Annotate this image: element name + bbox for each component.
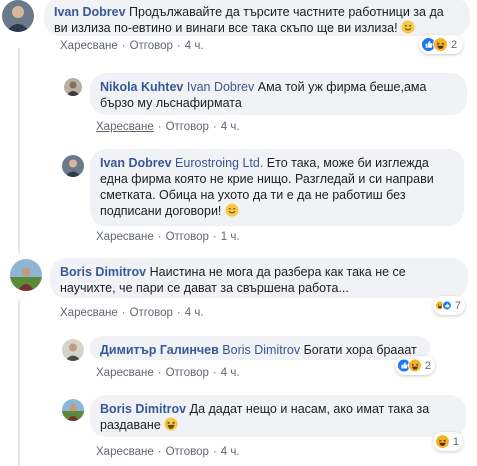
like-button[interactable]: Харесване xyxy=(96,231,154,243)
like-button[interactable]: Харесване xyxy=(60,40,118,52)
comment-author[interactable]: Ivan Dobrev xyxy=(100,156,172,170)
like-button[interactable]: Харесване xyxy=(96,446,154,458)
like-reaction-icon xyxy=(441,298,452,313)
comment-author[interactable]: Boris Dimitrov xyxy=(100,402,186,416)
comment-time[interactable]: 4 ч. xyxy=(185,40,204,52)
reaction-count: 2 xyxy=(424,359,431,372)
avatar[interactable] xyxy=(62,339,84,361)
comment-actions: Харесване · Отговор · 4 ч. xyxy=(96,367,240,379)
haha-reaction-icon xyxy=(407,358,422,373)
haha-reaction-icon xyxy=(435,434,450,449)
comment-mention[interactable]: Boris Dimitrov xyxy=(222,343,300,357)
reply-thread-line xyxy=(18,48,20,253)
reaction-summary[interactable]: 1 xyxy=(433,432,463,451)
avatar[interactable] xyxy=(2,0,34,32)
like-button[interactable]: Харесване xyxy=(96,367,154,379)
comment-author[interactable]: Nikola Kuhtev xyxy=(100,80,183,94)
smiling-face-icon xyxy=(401,20,415,34)
comment-author[interactable]: Boris Dimitrov xyxy=(60,265,146,279)
comment-author[interactable]: Ivan Dobrev xyxy=(54,5,126,19)
like-button[interactable]: Харесване xyxy=(96,121,154,133)
comment-time[interactable]: 4 ч. xyxy=(221,121,240,133)
like-button[interactable]: Харесване xyxy=(60,307,118,319)
reply-button[interactable]: Отговор xyxy=(166,446,209,458)
haha-reaction-icon xyxy=(433,37,448,52)
comment-actions: Харесване · Отговор · 4 ч. xyxy=(96,446,240,458)
reply-button[interactable]: Отговор xyxy=(130,40,173,52)
reaction-summary[interactable]: 2 xyxy=(395,356,435,375)
comment-time[interactable]: 4 ч. xyxy=(185,307,204,319)
reply-thread-line xyxy=(18,300,20,466)
avatar[interactable] xyxy=(10,259,42,291)
comment-bubble: Димитър Галинчев Boris Dimitrov Богати х… xyxy=(90,336,430,360)
comment-time[interactable]: 4 ч. xyxy=(221,367,240,379)
reply-button[interactable]: Отговор xyxy=(166,231,209,243)
avatar[interactable] xyxy=(64,78,82,96)
comment-time[interactable]: 1 ч. xyxy=(221,231,240,243)
comment-bubble: Boris Dimitrov Да дадат нещо и насам, ак… xyxy=(90,395,466,437)
comment-time[interactable]: 4 ч. xyxy=(221,446,240,458)
reply-button[interactable]: Отговор xyxy=(166,367,209,379)
smiling-face-icon xyxy=(225,203,239,217)
reaction-count: 1 xyxy=(452,435,459,448)
comment-actions: Харесване · Отговор · 4 ч. xyxy=(96,121,240,133)
reaction-count: 2 xyxy=(451,38,458,51)
laughing-face-icon xyxy=(164,417,178,431)
comment-actions: Харесване · Отговор · 1 ч. xyxy=(96,231,240,243)
comment-bubble: Nikola Kuhtev Ivan Dobrev Ама той уж фир… xyxy=(90,73,467,115)
avatar[interactable] xyxy=(62,399,84,421)
reaction-summary[interactable]: 2 xyxy=(419,35,463,54)
comment-bubble: Ivan Dobrev Eurostroing Ltd. Ето така, м… xyxy=(90,149,464,226)
comment-bubble: Boris Dimitrov Наистина не мога да разбе… xyxy=(50,258,468,298)
reply-button[interactable]: Отговор xyxy=(166,121,209,133)
comment-text: Богати хора брааат xyxy=(303,343,417,357)
comment-actions: Харесване · Отговор · 4 ч. xyxy=(60,40,204,52)
comment-actions: Харесване · Отговор · 4 ч. xyxy=(60,307,204,319)
avatar[interactable] xyxy=(62,155,84,177)
comment-mention[interactable]: Ivan Dobrev xyxy=(187,80,254,94)
reaction-count: 7 xyxy=(454,299,461,312)
comment-bubble: Ivan Dobrev Продължавайте да търсите час… xyxy=(44,0,470,36)
comment-mention[interactable]: Eurostroing Ltd. xyxy=(175,156,263,170)
reply-button[interactable]: Отговор xyxy=(130,307,173,319)
reaction-summary[interactable]: 7 xyxy=(433,296,465,315)
comment-author[interactable]: Димитър Галинчев xyxy=(100,343,219,357)
